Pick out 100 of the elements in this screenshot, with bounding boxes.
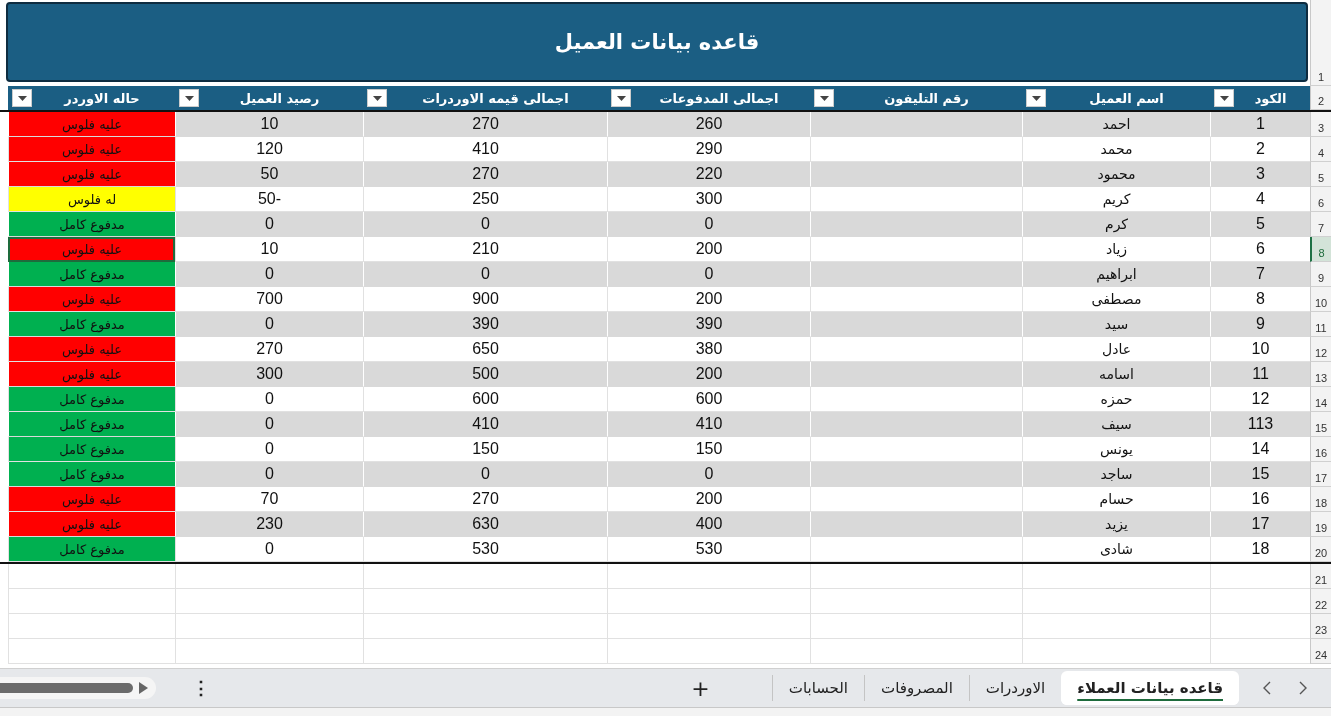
column-header: رصيد العميل xyxy=(238,90,321,106)
table-cell: 0 xyxy=(175,412,363,437)
sheet-tab[interactable]: المصروفات xyxy=(864,675,969,701)
caret-icon xyxy=(184,95,194,101)
row-number[interactable]: 18 xyxy=(1310,487,1331,512)
row-number[interactable]: 5 xyxy=(1310,162,1331,187)
status-cell[interactable]: عليه فلوس xyxy=(8,512,175,537)
filter-button[interactable] xyxy=(1026,89,1046,107)
table-cell: 0 xyxy=(175,212,363,237)
row-number[interactable]: 2 xyxy=(1310,86,1331,110)
column-header: اجمالى المدفوعات xyxy=(658,90,780,106)
table-cell: 0 xyxy=(607,212,810,237)
table-cell: 220 xyxy=(607,162,810,187)
status-cell[interactable]: مدفوع كامل xyxy=(8,462,175,487)
column-header: حاله الاوردر xyxy=(62,90,141,106)
add-sheet-button[interactable]: + xyxy=(685,675,716,701)
row-number[interactable]: 12 xyxy=(1310,337,1331,362)
filter-button[interactable] xyxy=(12,89,32,107)
chevron-left-icon xyxy=(1263,681,1271,695)
table-cell: 230 xyxy=(175,512,363,537)
table-cell: 9 xyxy=(1210,312,1310,337)
row-number[interactable]: 19 xyxy=(1310,512,1331,537)
table-cell: 18 xyxy=(1210,537,1310,562)
column-header: اجمالى قيمه الاوردرات xyxy=(421,90,570,106)
row-number[interactable]: 22 xyxy=(1310,589,1331,614)
table-cell: 5 xyxy=(1210,212,1310,237)
filter-button[interactable] xyxy=(814,89,834,107)
filter-button[interactable] xyxy=(367,89,387,107)
table-cell: 1 xyxy=(1210,112,1310,137)
table-cell: يزيد xyxy=(1022,512,1210,537)
status-cell[interactable]: له فلوس xyxy=(8,187,175,212)
filter-button[interactable] xyxy=(611,89,631,107)
caret-icon xyxy=(616,95,626,101)
status-cell[interactable]: مدفوع كامل xyxy=(8,312,175,337)
sheet-tab[interactable]: الاوردرات xyxy=(968,675,1062,701)
table-cell: ساجد xyxy=(1022,462,1210,487)
row-number[interactable]: 13 xyxy=(1310,362,1331,387)
row-number[interactable]: 14 xyxy=(1310,387,1331,412)
status-cell[interactable]: عليه فلوس xyxy=(8,362,175,387)
row-number[interactable]: 17 xyxy=(1310,462,1331,487)
table-cell: 530 xyxy=(363,537,607,562)
row-number[interactable]: 3 xyxy=(1310,112,1331,137)
table-cell: 10 xyxy=(175,112,363,137)
table-cell: 270 xyxy=(363,162,607,187)
caret-icon xyxy=(1031,95,1041,101)
status-cell[interactable]: عليه فلوس xyxy=(8,137,175,162)
row-number[interactable]: 7 xyxy=(1310,212,1331,237)
row-number[interactable]: 23 xyxy=(1310,614,1331,639)
row-number[interactable]: 1 xyxy=(1310,0,1331,86)
row-number[interactable]: 9 xyxy=(1310,262,1331,287)
row-number[interactable]: 15 xyxy=(1310,412,1331,437)
table-cell: كرم xyxy=(1022,212,1210,237)
status-cell[interactable]: عليه فلوس xyxy=(8,237,175,262)
table-cell: 200 xyxy=(607,362,810,387)
horizontal-scrollbar[interactable] xyxy=(0,677,156,699)
table-cell: ابراهيم xyxy=(1022,262,1210,287)
filter-button[interactable] xyxy=(1214,89,1234,107)
caret-icon xyxy=(17,95,27,101)
table-cell: 270 xyxy=(363,112,607,137)
table-cell: سيف xyxy=(1022,412,1210,437)
status-cell[interactable]: عليه فلوس xyxy=(8,112,175,137)
table-cell: 410 xyxy=(363,412,607,437)
table-cell: 0 xyxy=(363,212,607,237)
status-cell[interactable]: مدفوع كامل xyxy=(8,262,175,287)
status-cell[interactable]: عليه فلوس xyxy=(8,162,175,187)
chevron-right-icon xyxy=(1299,681,1307,695)
sheet-tab[interactable]: الحسابات xyxy=(771,675,864,701)
status-cell[interactable]: مدفوع كامل xyxy=(8,537,175,562)
row-number[interactable]: 4 xyxy=(1310,137,1331,162)
filter-button[interactable] xyxy=(179,89,199,107)
table-cell: 113 xyxy=(1210,412,1310,437)
caret-icon xyxy=(1219,95,1229,101)
table-cell: محمود xyxy=(1022,162,1210,187)
status-cell[interactable]: مدفوع كامل xyxy=(8,412,175,437)
row-number[interactable]: 6 xyxy=(1310,187,1331,212)
table-cell: 300 xyxy=(175,362,363,387)
table-cell: 0 xyxy=(607,262,810,287)
table-cell: 630 xyxy=(363,512,607,537)
table-cell: 400 xyxy=(607,512,810,537)
more-options-button[interactable]: ⋮ xyxy=(188,677,214,699)
row-number[interactable]: 10 xyxy=(1310,287,1331,312)
row-number[interactable]: 20 xyxy=(1310,537,1331,562)
table-cell: 17 xyxy=(1210,512,1310,537)
status-cell[interactable]: مدفوع كامل xyxy=(8,212,175,237)
row-number[interactable]: 24 xyxy=(1310,639,1331,664)
sheet-tab[interactable]: قاعده بيانات العملاء xyxy=(1061,671,1239,705)
status-cell[interactable]: مدفوع كامل xyxy=(8,437,175,462)
status-cell[interactable]: عليه فلوس xyxy=(8,337,175,362)
table-cell: شادى xyxy=(1022,537,1210,562)
row-number[interactable]: 11 xyxy=(1310,312,1331,337)
status-cell[interactable]: عليه فلوس xyxy=(8,487,175,512)
table-cell: 0 xyxy=(175,262,363,287)
table-cell: 260 xyxy=(607,112,810,137)
table-cell: 530 xyxy=(607,537,810,562)
caret-icon xyxy=(372,95,382,101)
row-number[interactable]: 21 xyxy=(1310,564,1331,589)
status-cell[interactable]: مدفوع كامل xyxy=(8,387,175,412)
status-cell[interactable]: عليه فلوس xyxy=(8,287,175,312)
row-number[interactable]: 8 xyxy=(1310,237,1331,262)
row-number[interactable]: 16 xyxy=(1310,437,1331,462)
